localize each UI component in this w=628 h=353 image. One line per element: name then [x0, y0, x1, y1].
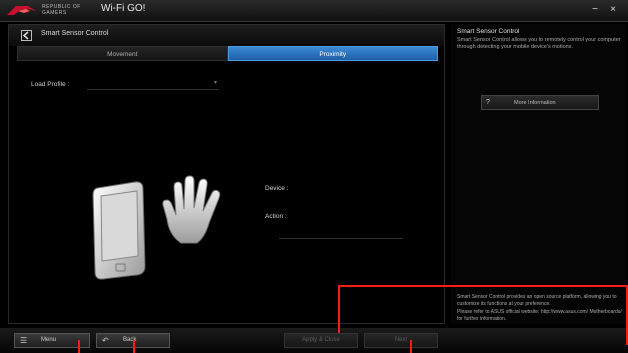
phone-icon — [92, 181, 146, 280]
undo-arrow-icon: ↶ — [102, 336, 109, 345]
panel-header: Smart Sensor Control — [9, 25, 444, 46]
annotation-line-top — [338, 285, 628, 287]
chevron-down-icon: ▾ — [213, 80, 217, 86]
back-arrow-icon[interactable] — [21, 30, 32, 41]
close-button[interactable]: × — [606, 3, 620, 17]
info-description: Smart Sensor Control allows you to remot… — [457, 37, 621, 50]
annotation-line-next — [410, 340, 412, 353]
load-profile-label: Load Profile : — [31, 81, 70, 88]
brand-text: REPUBLIC OF GAMERS — [42, 4, 81, 16]
info-footer: Smart Sensor Control provides an open so… — [457, 294, 622, 324]
main-panel: Smart Sensor Control Movement Proximity … — [8, 24, 445, 324]
tab-bar: Movement Proximity — [17, 46, 438, 61]
action-label: Action : — [265, 213, 287, 220]
device-label: Device : — [265, 185, 289, 192]
info-footer-text-2: Please refer to ASUS official website: h… — [457, 309, 622, 322]
info-panel: Smart Sensor Control Smart Sensor Contro… — [451, 24, 626, 324]
menu-icon: ☰ — [20, 336, 28, 345]
panel-title: Smart Sensor Control — [41, 30, 109, 37]
rog-logo-icon — [7, 6, 36, 15]
menu-label: Menu — [41, 337, 57, 343]
info-title: Smart Sensor Control — [457, 28, 520, 35]
bottom-bar: ☰ Menu ↶ Back Apply & Close Next — [0, 328, 628, 353]
next-button[interactable]: Next — [364, 333, 438, 348]
minimize-button[interactable]: − — [588, 3, 602, 17]
annotation-line-apply — [338, 287, 340, 333]
next-label: Next — [394, 337, 408, 343]
title-bar: REPUBLIC OF GAMERS Wi-Fi GO! − × — [0, 0, 628, 22]
help-icon: ? — [486, 99, 490, 106]
brand-line-2: GAMERS — [42, 10, 67, 16]
apply-close-button[interactable]: Apply & Close — [284, 333, 358, 348]
more-information-label: More Information — [514, 100, 556, 106]
apply-close-label: Apply & Close — [302, 337, 340, 343]
load-profile-dropdown[interactable]: ▾ — [87, 79, 219, 90]
more-information-button[interactable]: ? More Information — [481, 95, 599, 110]
annotation-line-back — [133, 340, 135, 353]
tab-proximity[interactable]: Proximity — [227, 46, 438, 61]
hand-icon — [162, 175, 221, 244]
tab-movement[interactable]: Movement — [17, 46, 228, 61]
info-footer-text-1: Smart Sensor Control provides an open so… — [457, 294, 617, 307]
app-title: Wi-Fi GO! — [101, 3, 146, 14]
action-dropdown[interactable] — [279, 230, 403, 239]
annotation-line-menu — [78, 340, 80, 353]
